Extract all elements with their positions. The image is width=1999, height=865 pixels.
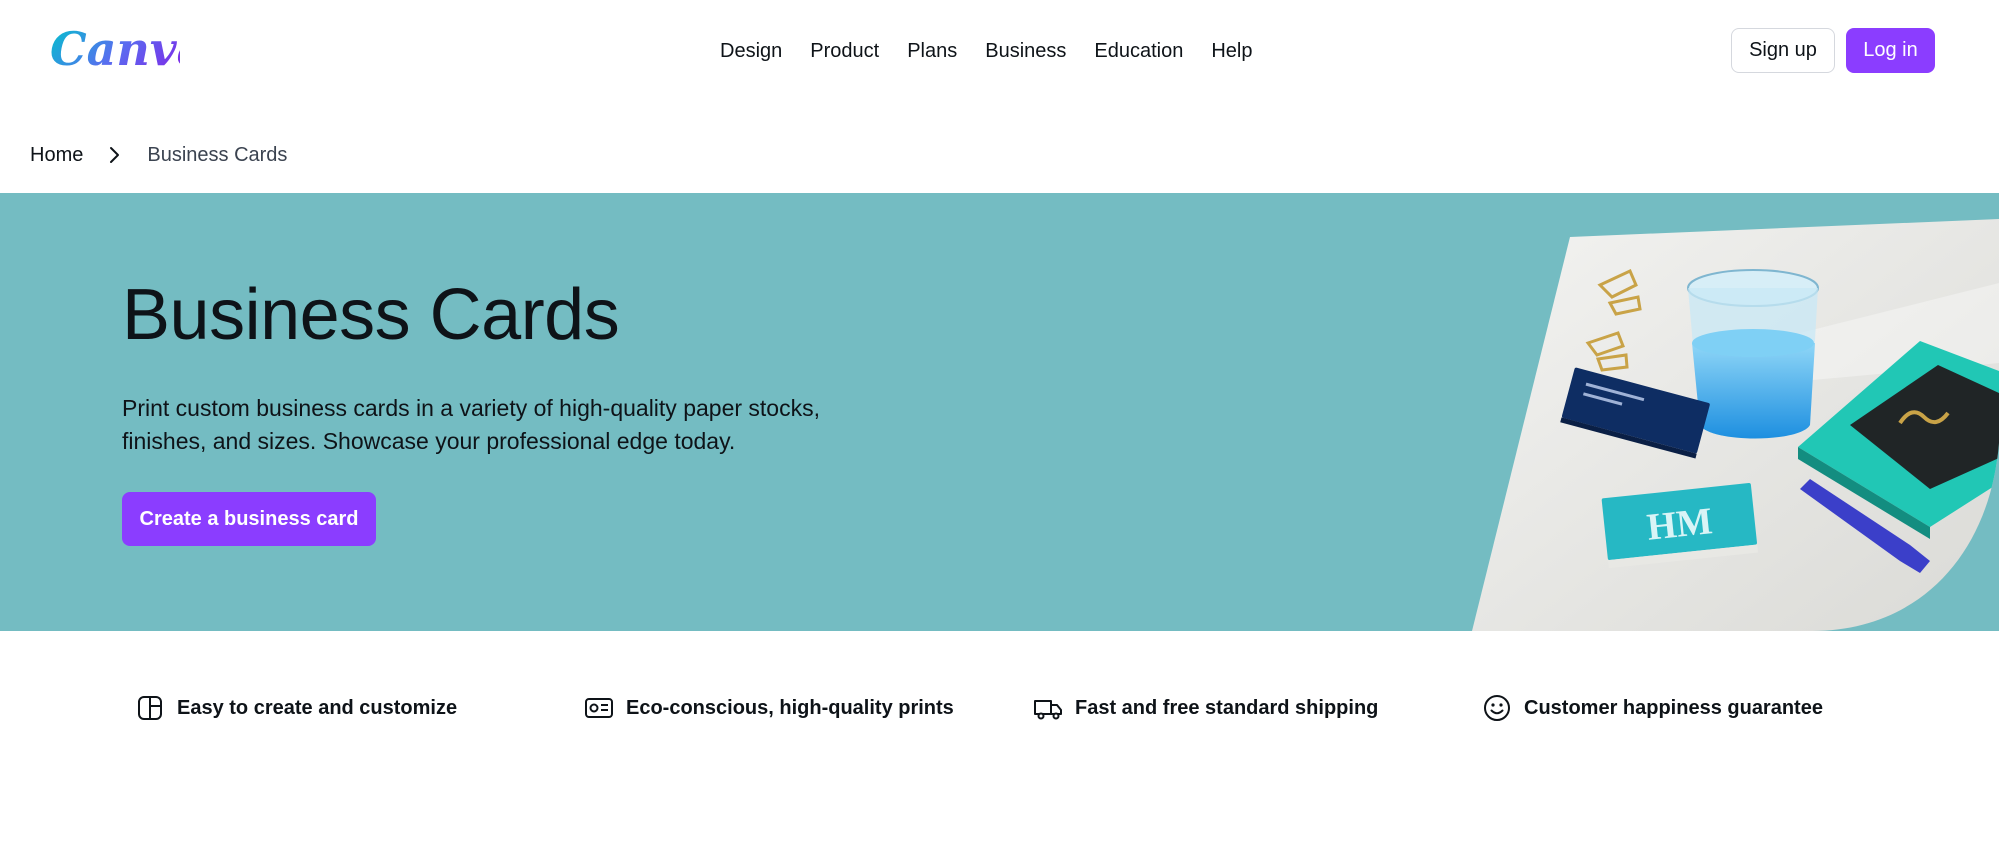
create-business-card-button[interactable]: Create a business card	[122, 492, 376, 546]
feature-item: Eco-conscious, high-quality prints	[584, 688, 954, 728]
svg-text:HM: HM	[1645, 500, 1714, 549]
id-card-icon	[584, 693, 614, 723]
feature-label: Eco-conscious, high-quality prints	[626, 696, 954, 719]
hero-description: Print custom business cards in a variety…	[122, 395, 820, 454]
breadcrumb-current: Business Cards	[147, 143, 288, 166]
layout-panel-icon	[135, 693, 165, 723]
feature-label: Easy to create and customize	[177, 696, 458, 719]
feature-item: Customer happiness guarantee	[1482, 688, 1823, 728]
feature-label: Customer happiness guarantee	[1524, 696, 1823, 719]
breadcrumb: Home Business Cards	[30, 140, 287, 170]
nav-item-product[interactable]: Product	[810, 36, 879, 66]
truck-icon	[1033, 693, 1063, 723]
features-row: Easy to create and customize Eco-conscio…	[0, 688, 1999, 728]
nav-item-plans[interactable]: Plans	[907, 36, 957, 66]
nav-item-design[interactable]: Design	[720, 36, 782, 66]
hero-banner: Business Cards Print custom business car…	[0, 193, 1999, 631]
svg-text:Canva: Canva	[50, 22, 180, 76]
canva-logo[interactable]: Canva	[50, 18, 180, 78]
feature-item: Easy to create and customize	[135, 688, 457, 728]
signup-button[interactable]: Sign up	[1731, 28, 1835, 73]
login-button[interactable]: Log in	[1846, 28, 1935, 73]
main-nav: Design Product Plans Business Education …	[720, 36, 1253, 66]
hero-photo: HM	[1472, 219, 1999, 631]
nav-item-business[interactable]: Business	[985, 36, 1066, 66]
nav-item-help[interactable]: Help	[1211, 36, 1252, 66]
page-title: Business Cards	[122, 275, 620, 355]
smiley-icon	[1482, 693, 1512, 723]
chevron-right-icon	[99, 140, 129, 170]
feature-item: Fast and free standard shipping	[1033, 688, 1378, 728]
nav-item-education[interactable]: Education	[1094, 36, 1183, 66]
site-header: Canva Design Product Plans Business Educ…	[0, 0, 1999, 102]
breadcrumb-home-link[interactable]: Home	[30, 144, 83, 167]
feature-label: Fast and free standard shipping	[1075, 696, 1379, 719]
